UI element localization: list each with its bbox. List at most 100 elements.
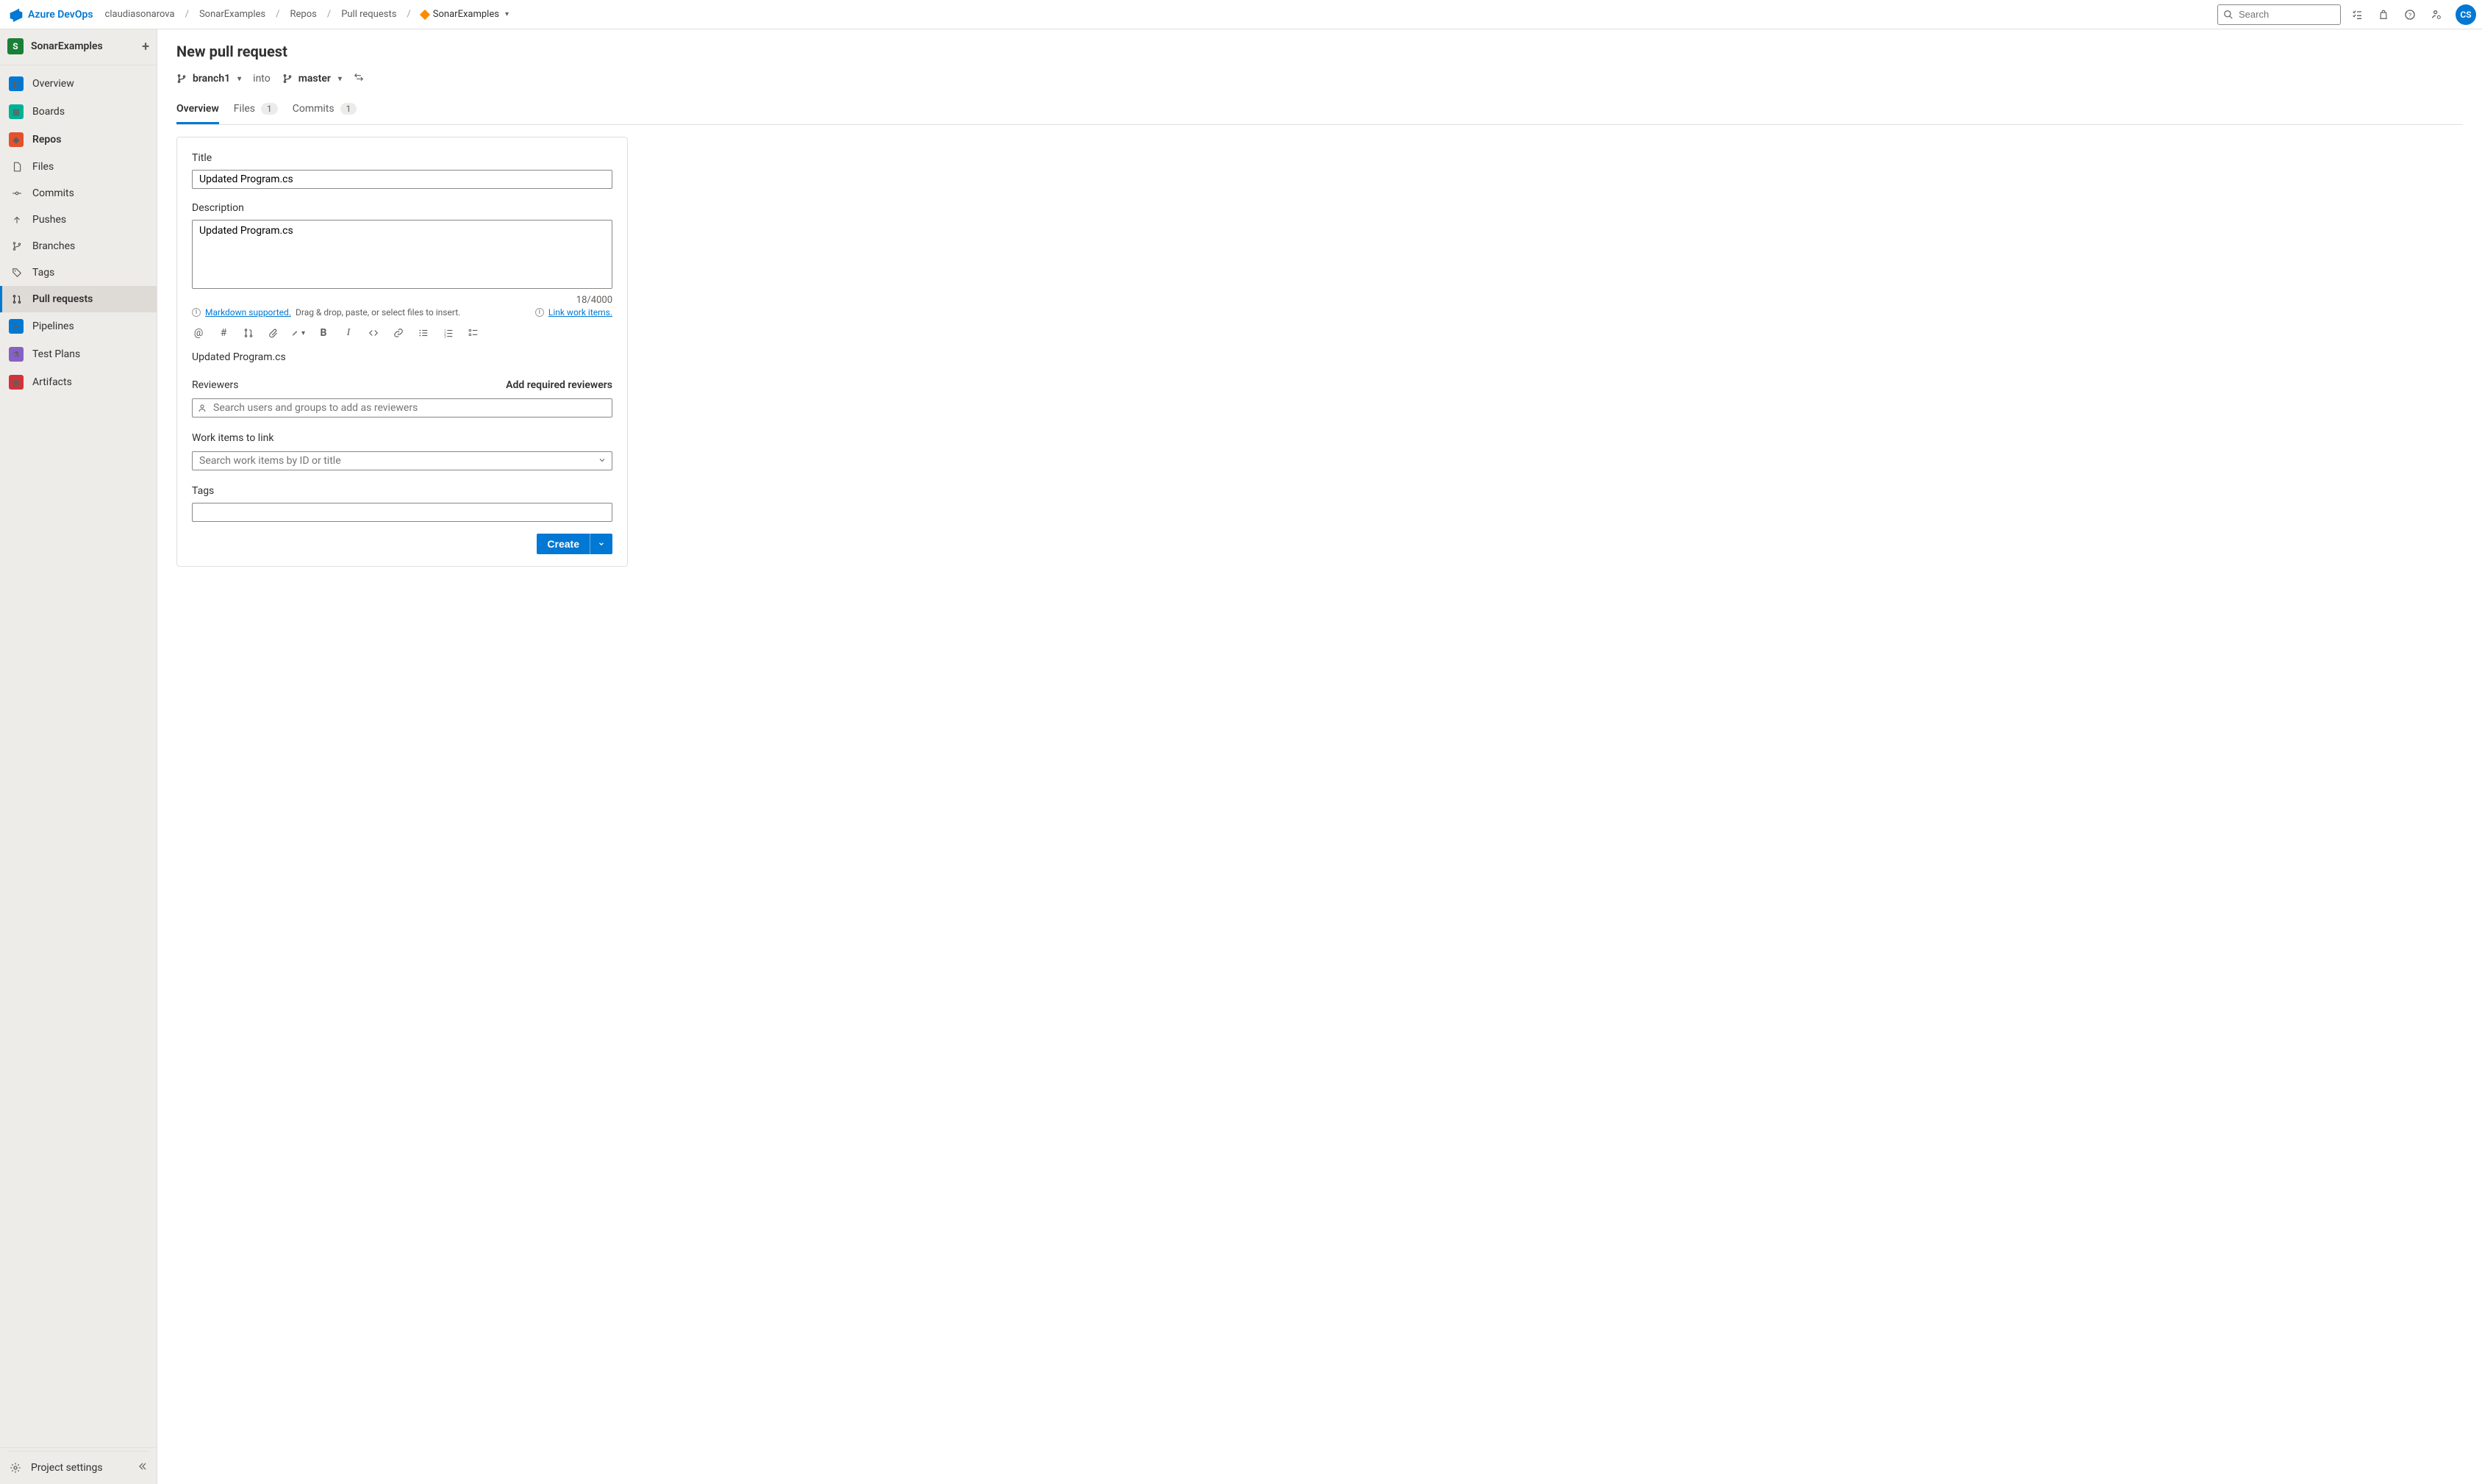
help-icon-button[interactable]: ? [2398, 3, 2422, 26]
italic-button[interactable]: I [342, 326, 355, 340]
work-items-icon-button[interactable] [2345, 3, 2369, 26]
link-button[interactable] [392, 326, 405, 340]
bag-icon [2378, 9, 2389, 21]
numbered-list-button[interactable]: 123 [442, 326, 455, 340]
test-plans-icon: ⚗ [9, 347, 24, 362]
tab-commits[interactable]: Commits1 [293, 97, 357, 124]
sidebar-sub-branches[interactable]: Branches [0, 233, 157, 259]
link-icon [393, 328, 404, 338]
project-settings-link[interactable]: Project settings [0, 1455, 129, 1481]
svg-text:3: 3 [444, 334, 446, 338]
description-preview: Updated Program.cs [192, 351, 612, 363]
branch-icon [10, 240, 24, 253]
project-name: SonarExamples [31, 40, 103, 52]
chevron-down-icon: ▾ [237, 75, 241, 83]
work-items-label: Work items to link [192, 432, 612, 444]
sidebar-item-artifacts[interactable]: ▣ Artifacts [0, 368, 157, 396]
markdown-hint: Drag & drop, paste, or select files to i… [296, 307, 460, 318]
markdown-supported-link[interactable]: Markdown supported. [205, 307, 291, 318]
pr-tabs: Overview Files1 Commits1 [176, 97, 2463, 125]
code-button[interactable] [367, 326, 380, 340]
repo-icon [420, 9, 430, 19]
hashtag-button[interactable]: # [217, 326, 230, 340]
crumb-section[interactable]: Pull requests [337, 6, 401, 23]
title-input[interactable] [192, 170, 612, 189]
description-label: Description [192, 202, 612, 214]
create-split-button: Create [537, 534, 612, 554]
crumb-sep: / [276, 9, 279, 20]
crumb-org[interactable]: claudiasonarova [101, 6, 179, 23]
checklist-icon [2351, 9, 2363, 21]
sidebar-sub-commits[interactable]: Commits [0, 180, 157, 207]
artifacts-icon: ▣ [9, 375, 24, 390]
sidebar-footer: Project settings [0, 1447, 157, 1484]
reviewers-header: Reviewers Add required reviewers [192, 379, 612, 391]
search-input[interactable] [2217, 4, 2341, 25]
crumb-repo-picker[interactable]: SonarExamples ▾ [417, 6, 513, 23]
link-work-items-link[interactable]: Link work items. [548, 307, 612, 318]
bold-button[interactable]: B [317, 326, 330, 340]
into-label: into [248, 73, 275, 85]
pr-ref-button[interactable] [242, 326, 255, 340]
global-search[interactable] [2217, 4, 2341, 25]
marketplace-icon-button[interactable] [2372, 3, 2395, 26]
branch-selector-row: branch1 ▾ into master ▾ [176, 71, 2463, 87]
collapse-sidebar-button[interactable] [129, 1455, 157, 1480]
task-list-button[interactable] [467, 326, 480, 340]
pr-form-card: Title Description 18/4000 i Markdown sup… [176, 137, 628, 567]
tab-overview[interactable]: Overview [176, 97, 219, 124]
paperclip-icon [268, 328, 279, 338]
sidebar: S SonarExamples + ◧ Overview ▦ Boards ◆ … [0, 29, 157, 1484]
new-project-button[interactable]: + [142, 39, 149, 54]
crumb-project[interactable]: SonarExamples [195, 6, 270, 23]
avatar-initials: CS [2460, 10, 2471, 20]
description-toolbar: @ # ▾ B I 123 [192, 325, 612, 341]
target-branch-label: master [298, 73, 331, 85]
sidebar-item-boards[interactable]: ▦ Boards [0, 98, 157, 126]
avatar[interactable]: CS [2456, 4, 2476, 25]
create-dropdown-button[interactable] [590, 534, 612, 554]
gear-icon [9, 1461, 22, 1474]
crumb-area[interactable]: Repos [285, 6, 321, 23]
user-settings-icon-button[interactable] [2425, 3, 2448, 26]
sidebar-item-repos[interactable]: ◆ Repos [0, 126, 157, 154]
sidebar-sub-pushes[interactable]: Pushes [0, 207, 157, 233]
person-gear-icon [2431, 9, 2442, 21]
work-items-field[interactable] [192, 451, 612, 470]
highlight-dropdown-button[interactable]: ▾ [292, 326, 305, 340]
chevron-double-left-icon [137, 1461, 148, 1472]
commit-icon [10, 187, 24, 200]
highlight-icon [292, 328, 298, 338]
reviewers-field[interactable] [192, 398, 612, 417]
sidebar-item-overview[interactable]: ◧ Overview [0, 70, 157, 98]
target-branch-picker[interactable]: master ▾ [282, 73, 342, 85]
sidebar-item-label: Project settings [31, 1462, 103, 1474]
sidebar-item-pipelines[interactable]: ➤ Pipelines [0, 312, 157, 340]
swap-branches-button[interactable] [349, 71, 368, 87]
tab-files[interactable]: Files1 [234, 97, 278, 124]
sidebar-item-test-plans[interactable]: ⚗ Test Plans [0, 340, 157, 368]
bulleted-list-button[interactable] [417, 326, 430, 340]
project-header[interactable]: S SonarExamples + [0, 29, 157, 63]
pipelines-icon: ➤ [9, 319, 24, 334]
reviewers-label: Reviewers [192, 379, 239, 391]
work-items-input[interactable] [192, 451, 612, 470]
tags-input[interactable] [192, 503, 612, 522]
work-items-dropdown-button[interactable] [598, 456, 607, 467]
reviewers-input[interactable] [192, 398, 612, 417]
attach-button[interactable] [267, 326, 280, 340]
sidebar-sub-files[interactable]: Files [0, 154, 157, 180]
crumb-sep: / [407, 9, 410, 20]
pull-request-icon [10, 293, 24, 306]
sidebar-sub-tags[interactable]: Tags [0, 259, 157, 286]
title-label: Title [192, 152, 612, 164]
sidebar-item-label: Repos [32, 134, 61, 146]
source-branch-picker[interactable]: branch1 ▾ [176, 73, 241, 85]
mention-button[interactable]: @ [192, 326, 205, 340]
search-icon [2223, 10, 2234, 20]
description-textarea[interactable] [192, 220, 612, 289]
add-required-reviewers-button[interactable]: Add required reviewers [506, 379, 612, 391]
create-button[interactable]: Create [537, 534, 590, 554]
sidebar-sub-pull-requests[interactable]: Pull requests [0, 286, 157, 312]
brand-label[interactable]: Azure DevOps [28, 9, 93, 21]
